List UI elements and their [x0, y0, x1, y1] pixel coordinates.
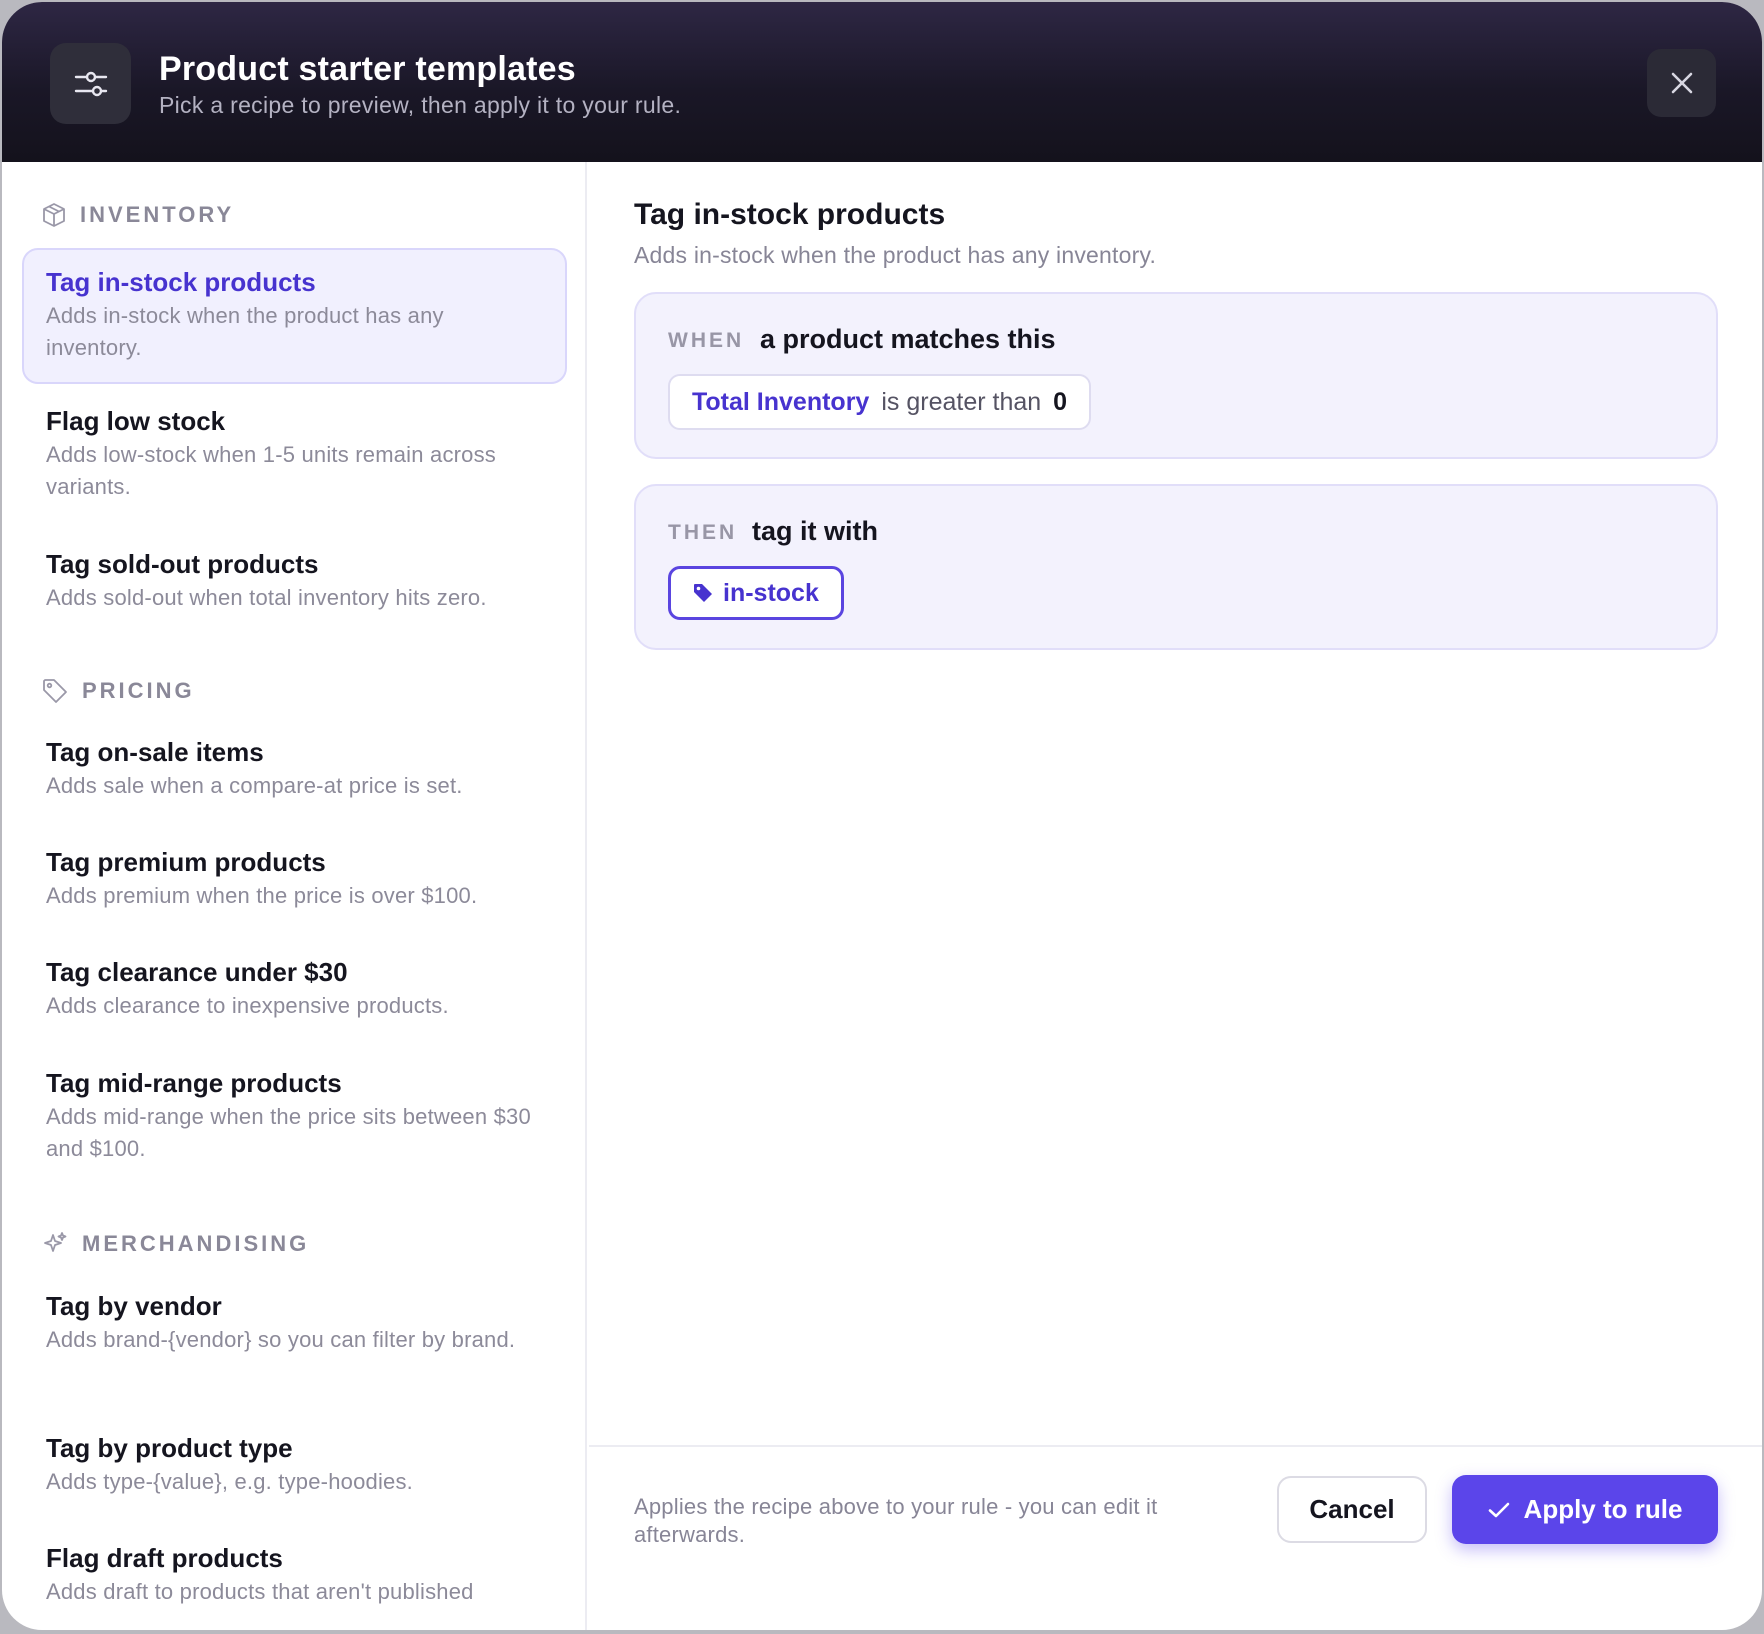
template-item-title: Tag by vendor	[46, 1291, 222, 1321]
sliders-icon	[50, 43, 131, 124]
condition-chip[interactable]: Total Inventory is greater than 0	[668, 374, 1092, 430]
section-merchandising: MERCHANDISING	[42, 1231, 309, 1257]
template-item-desc: Adds sale when a compare-at price is set…	[46, 773, 463, 798]
section-pricing: PRICING	[42, 678, 195, 704]
template-item-tag-by-vendor[interactable]: Tag by vendor Adds brand-{vendor} so you…	[22, 1272, 567, 1402]
template-item-desc: Adds brand-{vendor} so you can filter by…	[46, 1327, 516, 1352]
tag-icon	[694, 584, 712, 602]
template-item-desc: Adds in-stock when the product has any i…	[46, 303, 444, 360]
template-item-tag-clearance[interactable]: Tag clearance under $30 Adds clearance t…	[22, 938, 567, 1038]
template-item-desc: Adds low-stock when 1-5 units remain acr…	[46, 442, 497, 499]
box-icon	[43, 203, 65, 227]
template-item-desc: Adds premium when the price is over $100…	[46, 883, 478, 908]
template-item-flag-draft[interactable]: Flag draft products Adds draft to produc…	[22, 1524, 567, 1624]
template-item-title: Tag on-sale items	[46, 737, 264, 767]
section-label: MERCHANDISING	[82, 1231, 310, 1256]
then-keyword: THEN	[668, 521, 738, 544]
modal-footer: Applies the recipe above to your rule - …	[589, 1445, 1762, 1630]
when-text: a product matches this	[760, 324, 1056, 354]
templates-modal: Product starter templates Pick a recipe …	[2, 2, 1762, 1630]
template-item-tag-mid-range[interactable]: Tag mid-range products Adds mid-range wh…	[22, 1049, 567, 1179]
template-item-title: Tag in-stock products	[46, 267, 316, 297]
check-icon	[1488, 1502, 1509, 1517]
template-item-desc: Adds draft to products that aren't publi…	[46, 1579, 474, 1604]
then-card: THEN tag it with in-stock	[634, 484, 1718, 650]
apply-button-label: Apply to rule	[1523, 1494, 1683, 1524]
template-item-desc: Adds type-{value}, e.g. type-hoodies.	[46, 1469, 413, 1494]
template-item-title: Flag low stock	[46, 406, 226, 436]
close-button[interactable]	[1647, 49, 1716, 117]
template-item-title: Tag clearance under $30	[46, 957, 348, 987]
when-card: WHEN a product matches this Total Invent…	[634, 292, 1718, 459]
sparkle-icon	[44, 1232, 67, 1252]
template-item-title: Tag sold-out products	[46, 549, 319, 579]
template-item-desc: Adds clearance to inexpensive products.	[46, 993, 449, 1018]
modal-title: Product starter templates	[159, 50, 576, 88]
template-item-flag-low-stock[interactable]: Flag low stock Adds low-stock when 1-5 u…	[22, 387, 567, 517]
template-item-tag-premium[interactable]: Tag premium products Adds premium when t…	[22, 828, 567, 928]
apply-to-rule-button[interactable]: Apply to rule	[1452, 1475, 1718, 1544]
tag-label: in-stock	[723, 578, 819, 607]
condition-value: 0	[1053, 387, 1068, 416]
condition-field: Total Inventory	[692, 387, 870, 416]
template-item-tag-in-stock[interactable]: Tag in-stock products Adds in-stock when…	[22, 248, 567, 384]
template-item-tag-by-product-type[interactable]: Tag by product type Adds type-{value}, e…	[22, 1414, 567, 1514]
template-sidebar: INVENTORY Tag in-stock products Adds in-…	[2, 162, 587, 1630]
template-item-title: Tag mid-range products	[46, 1068, 342, 1098]
when-keyword: WHEN	[668, 329, 745, 352]
preview-title: Tag in-stock products	[634, 198, 946, 231]
cancel-button-label: Cancel	[1309, 1494, 1395, 1524]
cancel-button[interactable]: Cancel	[1277, 1476, 1427, 1543]
template-item-tag-sold-out[interactable]: Tag sold-out products Adds sold-out when…	[22, 530, 567, 630]
template-item-desc: Adds mid-range when the price sits betwe…	[46, 1104, 531, 1161]
template-item-title: Flag draft products	[46, 1543, 283, 1573]
template-item-desc: Adds sold-out when total inventory hits …	[46, 585, 487, 610]
template-item-tag-on-sale[interactable]: Tag on-sale items Adds sale when a compa…	[22, 718, 567, 818]
tag-chip[interactable]: in-stock	[668, 566, 844, 620]
template-preview: Tag in-stock products Adds in-stock when…	[589, 162, 1762, 1630]
section-inventory: INVENTORY	[42, 202, 234, 228]
section-label: INVENTORY	[80, 202, 235, 227]
modal-subtitle: Pick a recipe to preview, then apply it …	[159, 92, 682, 118]
close-icon	[1671, 72, 1692, 94]
price-tag-icon	[43, 679, 67, 703]
condition-operator: is greater than	[881, 387, 1042, 416]
preview-subtitle: Adds in-stock when the product has any i…	[634, 242, 1157, 268]
modal-header: Product starter templates Pick a recipe …	[2, 2, 1762, 162]
footer-note: Applies the recipe above to your rule - …	[634, 1494, 1158, 1547]
template-item-title: Tag by product type	[46, 1433, 293, 1463]
template-item-title: Tag premium products	[46, 847, 326, 877]
then-text: tag it with	[752, 516, 878, 546]
section-label: PRICING	[82, 678, 195, 703]
